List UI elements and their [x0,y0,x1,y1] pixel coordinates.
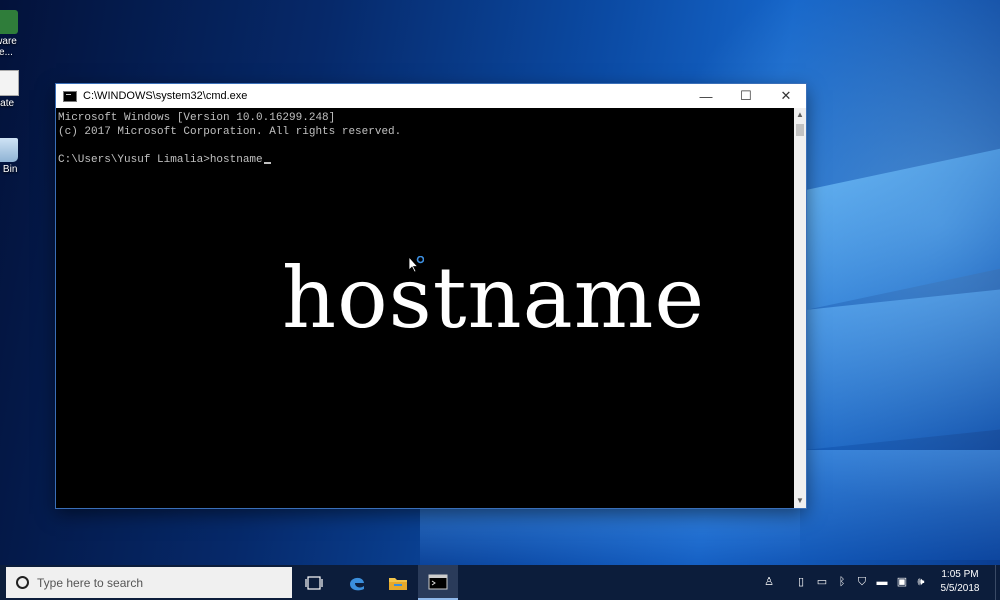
close-button[interactable]: ✕ [766,84,806,108]
busy-cursor-icon [408,256,424,273]
window-title: C:\WINDOWS\system32\cmd.exe [83,90,248,102]
scroll-down-icon[interactable]: ▼ [794,494,806,508]
clock-time: 1:05 PM [941,569,979,580]
maximize-button[interactable]: ☐ [726,84,766,108]
cortana-icon [16,576,29,589]
desktop-icon-recycle-bin[interactable]: e Bin [0,138,26,175]
desktop-icon-vmware[interactable]: ware e... [0,10,26,58]
wallpaper-pane [800,450,1000,560]
taskbar: Type here to search ♙ ▯ ▭ ᛒ ⛉ ▬ ▣ 🕪 1:05… [0,565,1000,600]
edge-icon [350,577,364,590]
search-placeholder: Type here to search [37,575,144,590]
bluetooth-icon[interactable]: ᛒ [835,575,849,589]
usb-icon[interactable]: ▯ [794,575,808,589]
wallpaper-pane [420,505,800,565]
wallpaper-pane [800,148,1000,312]
file-explorer-taskbar-button[interactable] [378,565,418,600]
console-prompt: C:\Users\Yusuf Limalia>hostname [58,154,263,166]
cmd-icon [63,90,77,102]
security-shield-icon[interactable]: ⛉ [855,575,869,589]
console-line: Microsoft Windows [Version 10.0.16299.24… [58,112,336,124]
cmd-icon [428,574,448,589]
console-line: (c) 2017 Microsoft Corporation. All righ… [58,126,402,138]
system-clock[interactable]: 1:05 PM 5/5/2018 [930,568,990,596]
show-desktop-button[interactable] [995,565,1000,600]
network-icon[interactable]: ▣ [895,575,909,589]
wallpaper-pane [800,289,1000,451]
recycle-bin-icon [0,138,18,162]
cmd-taskbar-button[interactable] [418,565,458,600]
desktop-icon-label: ware e... [0,36,17,58]
minimize-button[interactable]: — [686,84,726,108]
desktop-icon-label: late [0,98,15,109]
vertical-scrollbar[interactable]: ▲ ▼ [794,108,806,508]
people-icon[interactable]: ♙ [762,575,776,589]
task-view-button[interactable] [294,565,334,600]
desktop-icon-template[interactable]: late [0,70,26,109]
vmware-icon [0,10,18,34]
scroll-up-icon[interactable]: ▲ [794,108,806,122]
volume-icon[interactable]: 🕪 [914,575,928,589]
console-prompt-line: C:\Users\Yusuf Limalia>hostname [58,153,792,167]
edge-taskbar-button[interactable] [337,565,377,600]
folder-icon [389,577,407,590]
vmware-tray-icon[interactable]: ▭ [815,575,829,589]
clock-date: 5/5/2018 [940,583,980,594]
overlay-caption: hostname [282,249,706,347]
battery-icon[interactable]: ▬ [875,575,889,589]
text-caret [263,162,271,164]
taskbar-search-box[interactable]: Type here to search [6,567,292,598]
task-view-icon [305,575,323,590]
scroll-thumb[interactable] [796,124,804,136]
desktop-icon-label: e Bin [0,164,18,175]
title-bar[interactable]: C:\WINDOWS\system32\cmd.exe — ☐ ✕ [56,84,806,108]
document-icon [0,70,19,96]
